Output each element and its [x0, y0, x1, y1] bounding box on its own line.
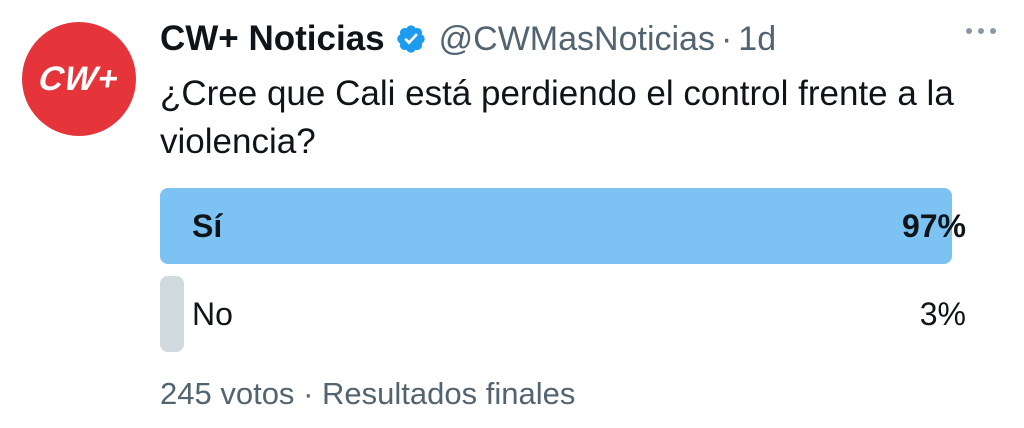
poll-option-label: Sí: [192, 207, 223, 244]
verified-badge-icon: [395, 23, 427, 55]
tweet-text: ¿Cree que Cali está perdiendo el control…: [160, 74, 954, 161]
poll-bar: [160, 276, 184, 352]
user-handle[interactable]: @CWMasNoticias: [439, 20, 715, 59]
more-options-icon[interactable]: [966, 28, 996, 34]
poll-option-percent: 3%: [919, 295, 966, 332]
poll-votes: 245 votos: [160, 376, 295, 411]
tweet-header: CW+ Noticias @CWMasNoticias · 1d: [160, 14, 776, 64]
header-separator: ·: [720, 19, 733, 58]
poll-option: Sí 97%: [160, 188, 976, 264]
avatar-logo-text: CW+: [36, 59, 122, 98]
poll-bar: [160, 188, 952, 264]
timestamp[interactable]: 1d: [738, 20, 776, 59]
avatar[interactable]: CW+: [22, 22, 136, 136]
poll-status: Resultados finales: [322, 376, 576, 411]
poll-footer-separator: ·: [303, 376, 314, 411]
tweet-card: CW+ CW+ Noticias @CWMasNoticias · 1d ¿Cr…: [0, 0, 1024, 428]
display-name[interactable]: CW+ Noticias: [160, 19, 385, 59]
poll-option: No 3%: [160, 276, 976, 352]
poll-option-percent: 97%: [901, 207, 966, 244]
poll-option-label: No: [192, 295, 233, 332]
poll-footer: 245 votos · Resultados finales: [160, 376, 575, 412]
